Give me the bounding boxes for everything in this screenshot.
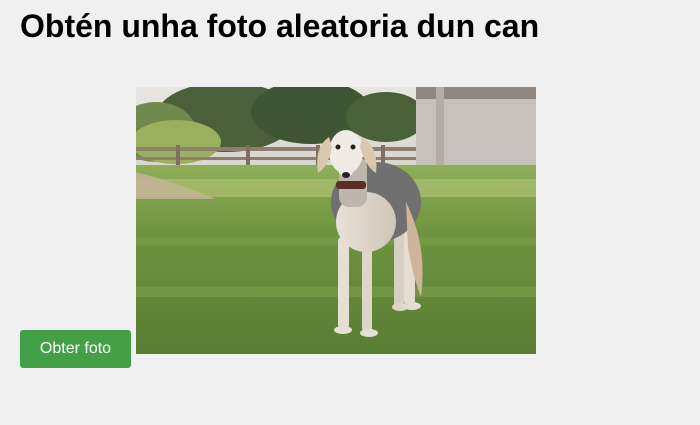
get-photo-button[interactable]: Obter foto [20,330,131,368]
page: Obtén unha foto aleatoria dun can Obter … [0,0,700,425]
content-row: Obter foto [20,87,536,368]
dog-photo [136,87,536,354]
page-title: Obtén unha foto aleatoria dun can [20,8,540,44]
